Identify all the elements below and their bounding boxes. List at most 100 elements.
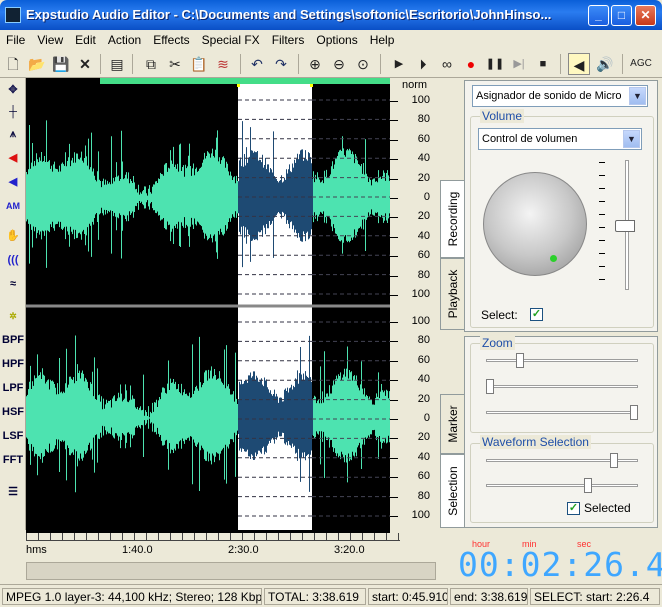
select-checkbox[interactable]: ✓: [530, 308, 543, 321]
ruler-unit: hms: [26, 544, 47, 556]
scale-tick: [390, 101, 398, 102]
scale-tick: [390, 236, 398, 238]
zoom-slider[interactable]: [486, 352, 638, 370]
maximize-button[interactable]: □: [611, 5, 632, 26]
status-format: MPEG 1.0 layer-3: 44,100 kHz; Stereo; 12…: [2, 588, 262, 605]
forward-icon[interactable]: ▶|: [508, 53, 530, 75]
new-icon[interactable]: 🗋: [2, 53, 24, 75]
reverb-icon[interactable]: ≈: [2, 274, 24, 294]
tab-playback[interactable]: Playback: [440, 258, 464, 330]
marker-icon[interactable]: ┼: [2, 102, 24, 122]
toolbar-separator: [100, 54, 101, 74]
overview-bar[interactable]: [100, 78, 390, 84]
volume-select[interactable]: Control de volumen ▼: [478, 128, 642, 150]
slider-thumb[interactable]: [584, 478, 592, 493]
waveform-canvas[interactable]: [26, 78, 400, 533]
scale-label: 80: [417, 489, 430, 502]
menu-edit[interactable]: Edit: [69, 30, 102, 50]
lsf-button[interactable]: LSF: [2, 426, 24, 446]
menu-effects[interactable]: Effects: [147, 30, 195, 50]
scale-tick: [390, 360, 398, 362]
horizontal-scrollbar[interactable]: [26, 562, 436, 580]
record-icon[interactable]: ●: [460, 53, 482, 75]
slider-thumb[interactable]: [630, 405, 638, 420]
selection-start-slider[interactable]: [486, 452, 638, 470]
menu-special-fx[interactable]: Special FX: [196, 30, 266, 50]
tab-recording[interactable]: Recording: [440, 180, 464, 258]
fft-button[interactable]: FFT: [2, 450, 24, 470]
tab-marker[interactable]: Marker: [440, 394, 464, 454]
chevron-down-icon[interactable]: ▼: [623, 130, 640, 148]
wave-icon[interactable]: ⩚: [2, 124, 24, 144]
zoom-in-icon[interactable]: ⊕: [304, 53, 326, 75]
paste-icon[interactable]: 📋: [188, 53, 210, 75]
copy-icon[interactable]: ⧉: [140, 53, 162, 75]
undo-icon[interactable]: ↶: [246, 53, 268, 75]
menu-file[interactable]: File: [0, 30, 31, 50]
play-circle-icon[interactable]: ⏵: [412, 53, 434, 75]
zoom-fit-icon[interactable]: ⊙: [352, 53, 374, 75]
echo-icon[interactable]: (((: [2, 250, 24, 270]
scale-label: 20: [417, 210, 430, 223]
equalizer-icon[interactable]: ☰: [2, 482, 24, 502]
scale-tick: [390, 322, 398, 323]
slider-thumb[interactable]: [486, 379, 494, 394]
menu-help[interactable]: Help: [364, 30, 401, 50]
save-icon[interactable]: 💾: [50, 53, 72, 75]
amplify-icon[interactable]: AM: [2, 196, 24, 216]
zoom-out-icon[interactable]: ⊖: [328, 53, 350, 75]
play-icon[interactable]: ▶: [388, 53, 410, 75]
scale-tick: [390, 256, 398, 258]
tab-marker-label: Marker: [445, 405, 460, 443]
menu-view[interactable]: View: [31, 30, 69, 50]
normalize-icon[interactable]: ✥: [2, 80, 24, 100]
lpf-button[interactable]: LPF: [2, 378, 24, 398]
zoom-slider[interactable]: [486, 404, 638, 422]
selection-end-slider[interactable]: [486, 477, 638, 495]
chevron-down-icon[interactable]: ▼: [629, 87, 646, 105]
hand-icon[interactable]: ✋: [2, 226, 24, 246]
scale-label: 20: [417, 431, 430, 444]
fade-in-icon[interactable]: ◀: [2, 148, 24, 168]
main-toolbar: 🗋 📂 💾 ✕ ▤ ⧉ ✂ 📋 ≋ ↶ ↷ ⊕ ⊖ ⊙ ▶ ⏵ ∞ ● ❚❚ ▶…: [0, 50, 662, 78]
scale-tick: [390, 380, 398, 382]
slider-thumb[interactable]: [516, 353, 524, 368]
close-button[interactable]: ✕: [635, 5, 656, 26]
slider-thumb[interactable]: [610, 453, 618, 468]
stop-icon[interactable]: ■: [532, 53, 554, 75]
properties-icon[interactable]: ▤: [106, 53, 128, 75]
bpf-button[interactable]: BPF: [2, 330, 24, 350]
waveform-view[interactable]: [26, 78, 400, 533]
fade-out-icon[interactable]: ◀: [2, 172, 24, 192]
scale-tick: [390, 399, 398, 401]
loop-icon[interactable]: ∞: [436, 53, 458, 75]
scale-tick: [390, 457, 398, 459]
menu-options[interactable]: Options: [310, 30, 363, 50]
tab-selection[interactable]: Selection: [440, 454, 464, 528]
open-icon[interactable]: 📂: [26, 53, 48, 75]
speaker-right-icon[interactable]: 🔊: [594, 53, 616, 75]
slider-track: [486, 484, 638, 487]
redo-icon[interactable]: ↷: [270, 53, 292, 75]
menu-filters[interactable]: Filters: [266, 30, 311, 50]
minimize-button[interactable]: _: [588, 5, 609, 26]
scale-tick: [390, 159, 398, 161]
selected-checkbox[interactable]: ✓: [567, 502, 580, 515]
device-select[interactable]: Asignador de sonido de Micro ▼: [472, 85, 648, 107]
zoom-slider[interactable]: [486, 378, 638, 396]
mix-icon[interactable]: ≋: [212, 53, 234, 75]
volume-slider-thumb[interactable]: [615, 220, 635, 232]
scale-tick: [390, 341, 398, 343]
scissors-icon[interactable]: ✂: [164, 53, 186, 75]
cut-x-icon[interactable]: ✕: [74, 53, 96, 75]
volume-knob[interactable]: [483, 172, 587, 276]
title-bar[interactable]: Expstudio Audio Editor - C:\Documents an…: [0, 0, 662, 30]
menu-action[interactable]: Action: [102, 30, 147, 50]
special-icon[interactable]: ✲: [2, 306, 24, 326]
speaker-left-icon[interactable]: ◀: [568, 53, 590, 75]
hpf-button[interactable]: HPF: [2, 354, 24, 374]
agc-button[interactable]: AGC: [626, 53, 656, 75]
pause-icon[interactable]: ❚❚: [484, 53, 506, 75]
hsf-button[interactable]: HSF: [2, 402, 24, 422]
amplitude-scale: norm 100 80 60 40 20 0 20 40 60 80 100 100 80 60 40 20…: [390, 78, 438, 533]
